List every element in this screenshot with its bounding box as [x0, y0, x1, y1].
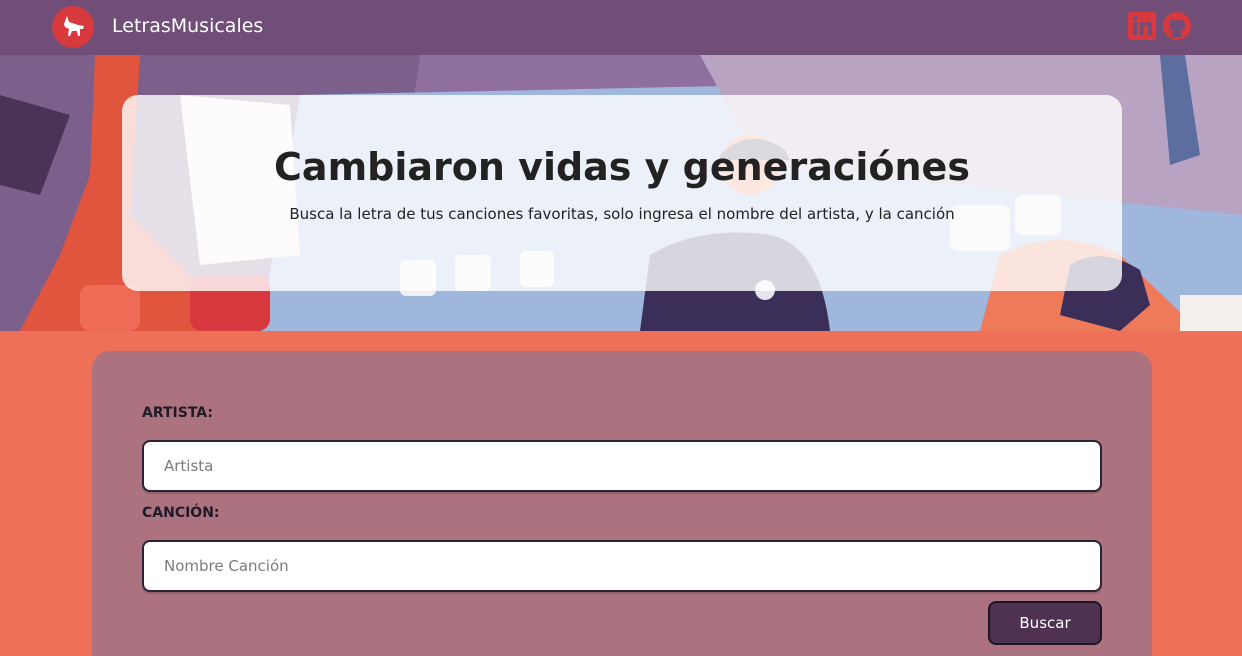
github-link[interactable]	[1162, 11, 1192, 41]
brand-link[interactable]: LetrasMusicales	[112, 15, 263, 37]
hero-card: Cambiaron vidas y generaciónes Busca la …	[122, 95, 1122, 291]
navbar: LetrasMusicales	[0, 0, 1242, 55]
linkedin-icon	[1128, 12, 1156, 40]
song-label: CANCIÓN:	[142, 505, 220, 521]
linkedin-link[interactable]	[1127, 11, 1157, 41]
hero-banner: Cambiaron vidas y generaciónes Busca la …	[0, 55, 1242, 331]
search-button[interactable]: Buscar	[988, 601, 1102, 645]
fox-icon	[64, 16, 84, 36]
hero-title: Cambiaron vidas y generaciónes	[274, 145, 970, 189]
artist-input[interactable]	[142, 440, 1102, 492]
artist-label: ARTISTA:	[142, 405, 213, 421]
hero-subtitle: Busca la letra de tus canciones favorita…	[289, 205, 955, 223]
logo[interactable]	[52, 6, 94, 48]
github-icon	[1163, 12, 1191, 40]
search-form: ARTISTA: CANCIÓN: Buscar	[92, 351, 1152, 656]
song-input[interactable]	[142, 540, 1102, 592]
